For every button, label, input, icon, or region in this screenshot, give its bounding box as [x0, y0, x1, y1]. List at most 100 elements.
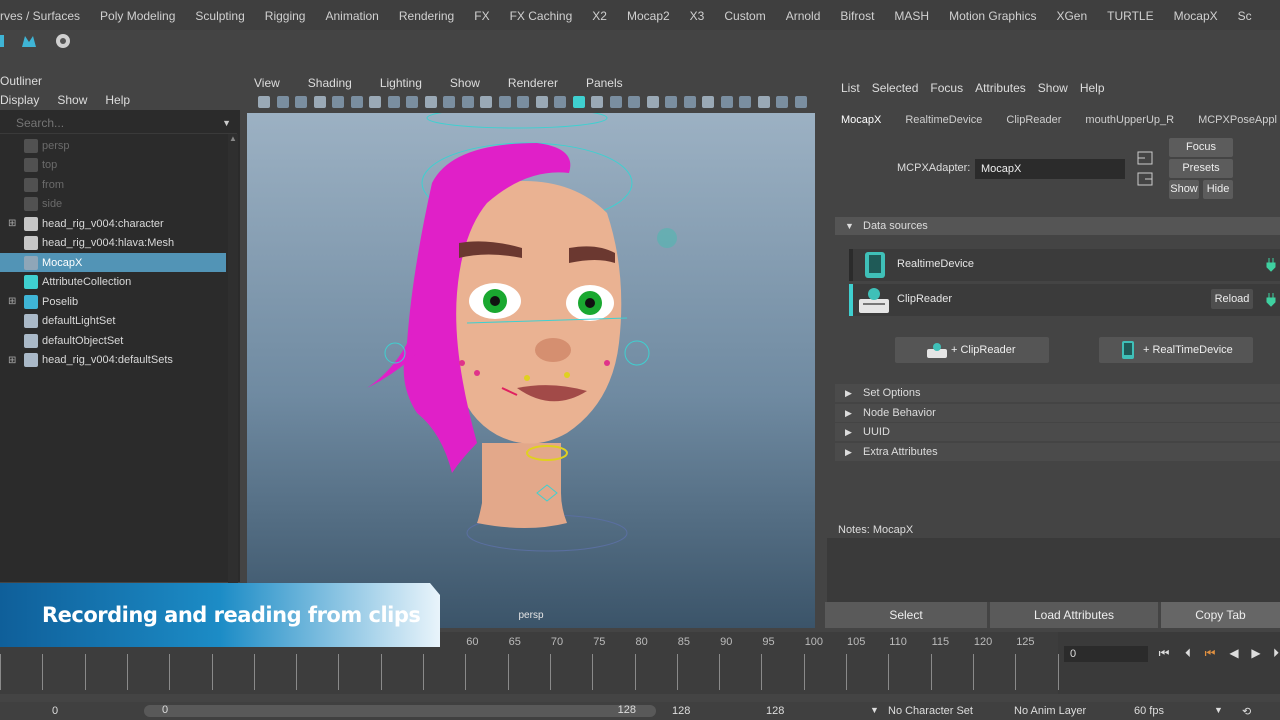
mocapx-shelf-icon[interactable]: [20, 32, 38, 50]
shelf-tab[interactable]: Poly Modeling: [90, 0, 185, 32]
ae-menu-attributes[interactable]: Attributes: [961, 81, 1026, 95]
outliner-item[interactable]: AttributeCollection: [0, 273, 226, 292]
viewport-tool-icon[interactable]: [276, 96, 289, 108]
viewport-menu-shading[interactable]: Shading: [294, 76, 366, 90]
outliner-item[interactable]: ⊞ head_rig_v004:defaultSets: [0, 351, 226, 370]
plug-icon[interactable]: [1266, 293, 1276, 307]
viewport-tool-icon[interactable]: [554, 96, 566, 108]
section-set-options[interactable]: ▶ Set Options: [835, 384, 1280, 402]
tab-mouthupperup-r[interactable]: mouthUpperUp_R: [1071, 114, 1184, 126]
step-back-key-icon[interactable]: ⏮: [1202, 645, 1218, 661]
data-source-clipreader[interactable]: ClipReader Reload: [849, 284, 1280, 316]
section-node-behavior[interactable]: ▶ Node Behavior: [835, 404, 1280, 422]
loop-icon[interactable]: ⟲: [1242, 705, 1251, 718]
shelf-tab[interactable]: FX: [464, 0, 499, 32]
viewport-tool-icon[interactable]: [313, 96, 326, 108]
hide-button[interactable]: Hide: [1203, 180, 1233, 199]
viewport-tool-icon[interactable]: [572, 96, 585, 108]
shelf-tab[interactable]: Custom: [714, 0, 775, 32]
adapter-name-field[interactable]: MocapX: [975, 159, 1125, 179]
outliner-item[interactable]: defaultObjectSet: [0, 331, 226, 350]
shelf-tab[interactable]: Rigging: [255, 0, 316, 32]
outliner-item[interactable]: from: [0, 175, 226, 194]
select-button[interactable]: Select: [825, 602, 987, 628]
viewport-tool-icon[interactable]: [702, 96, 714, 108]
outliner-item[interactable]: ⊞ head_rig_v004:character: [0, 214, 226, 233]
shelf-tab[interactable]: XGen: [1046, 0, 1097, 32]
shelf-tab[interactable]: Sculpting: [185, 0, 254, 32]
shelf-tab[interactable]: X2: [582, 0, 617, 32]
viewport-tool-icon[interactable]: [665, 96, 677, 108]
outliner-item[interactable]: MocapX: [0, 253, 226, 272]
viewport-tool-icon[interactable]: [609, 96, 622, 108]
tab-realtimedevice[interactable]: RealtimeDevice: [891, 114, 992, 126]
outliner-menu-help[interactable]: Help: [105, 93, 130, 107]
ae-menu-selected[interactable]: Selected: [858, 81, 919, 95]
viewport-menu-show[interactable]: Show: [436, 76, 494, 90]
shelf-tab[interactable]: Mocap2: [617, 0, 680, 32]
input-connection-icon[interactable]: [1137, 151, 1153, 165]
viewport-tool-icon[interactable]: [757, 96, 770, 108]
current-frame-field[interactable]: 0: [1064, 646, 1148, 662]
outliner-item[interactable]: persp: [0, 136, 226, 155]
tab-mocapx[interactable]: MocapX: [827, 114, 891, 126]
step-back-icon[interactable]: ⏴: [1180, 645, 1196, 661]
outliner-item[interactable]: side: [0, 195, 226, 214]
expand-icon[interactable]: ⊞: [8, 296, 18, 307]
viewport-tool-icon[interactable]: [591, 96, 603, 108]
expand-icon[interactable]: ⊞: [8, 218, 18, 229]
shelf-tab[interactable]: X3: [680, 0, 715, 32]
viewport-tool-icon[interactable]: [406, 96, 418, 108]
shelf-tab[interactable]: Bifrost: [830, 0, 884, 32]
viewport-menu-panels[interactable]: Panels: [572, 76, 637, 90]
shelf-tab[interactable]: Rendering: [389, 0, 464, 32]
viewport-tool-icon[interactable]: [295, 96, 307, 108]
outliner-menu-show[interactable]: Show: [57, 93, 87, 107]
viewport-tool-icon[interactable]: [739, 96, 751, 108]
section-uuid[interactable]: ▶ UUID: [835, 423, 1280, 441]
ae-menu-focus[interactable]: Focus: [916, 81, 963, 95]
outliner-item[interactable]: defaultLightSet: [0, 312, 226, 331]
add-realtimedevice-button[interactable]: + RealTimeDevice: [1099, 337, 1253, 363]
character-set-label[interactable]: No Character Set: [888, 705, 973, 717]
viewport-tool-icon[interactable]: [350, 96, 363, 108]
character-set-icon[interactable]: ▼: [870, 705, 879, 715]
viewport-tool-icon[interactable]: [258, 96, 270, 108]
tab-clipreader[interactable]: ClipReader: [992, 114, 1071, 126]
ae-menu-help[interactable]: Help: [1066, 81, 1105, 95]
fps-dropdown-icon[interactable]: ▼: [1214, 705, 1223, 715]
output-connection-icon[interactable]: [1137, 172, 1153, 186]
shelf-tab[interactable]: Arnold: [776, 0, 831, 32]
viewport-tool-icon[interactable]: [683, 96, 696, 108]
end-time-field[interactable]: 128: [766, 705, 784, 717]
start-time-field[interactable]: 0: [52, 705, 58, 717]
viewport-tool-icon[interactable]: [776, 96, 788, 108]
viewport-tool-icon[interactable]: [646, 96, 659, 108]
play-backwards-icon[interactable]: ◀: [1226, 645, 1242, 661]
viewport-tool-icon[interactable]: [628, 96, 640, 108]
outliner-item[interactable]: ⊞ Poselib: [0, 292, 226, 311]
focus-button[interactable]: Focus: [1169, 138, 1233, 157]
shelf-tab[interactable]: TURTLE: [1097, 0, 1163, 32]
shelf-tool-icon[interactable]: [0, 32, 18, 50]
viewport-tool-icon[interactable]: [517, 96, 529, 108]
outliner-scrollbar[interactable]: ▲: [228, 134, 238, 584]
shelf-tab[interactable]: FX Caching: [500, 0, 583, 32]
shelf-tab[interactable]: Animation: [315, 0, 388, 32]
viewport-tool-icon[interactable]: [720, 96, 733, 108]
viewport-tool-icon[interactable]: [332, 96, 344, 108]
viewport-tool-icon[interactable]: [424, 96, 437, 108]
shelf-tab[interactable]: Motion Graphics: [939, 0, 1046, 32]
outliner-search-input[interactable]: [0, 114, 205, 132]
viewport-menu-view[interactable]: View: [240, 76, 294, 90]
viewport-menu-lighting[interactable]: Lighting: [366, 76, 436, 90]
step-forward-icon[interactable]: ⏵: [1268, 645, 1280, 661]
viewport-tool-icon[interactable]: [369, 96, 381, 108]
fps-dropdown[interactable]: 60 fps: [1134, 705, 1164, 717]
section-extra-attributes[interactable]: ▶ Extra Attributes: [835, 443, 1280, 461]
add-clipreader-button[interactable]: + ClipReader: [895, 337, 1049, 363]
data-source-realtimedevice[interactable]: RealtimeDevice: [849, 249, 1280, 281]
expand-icon[interactable]: ⊞: [8, 355, 18, 366]
playback-end-field[interactable]: 128: [672, 705, 690, 717]
shelf-tab[interactable]: Sc: [1228, 0, 1262, 32]
